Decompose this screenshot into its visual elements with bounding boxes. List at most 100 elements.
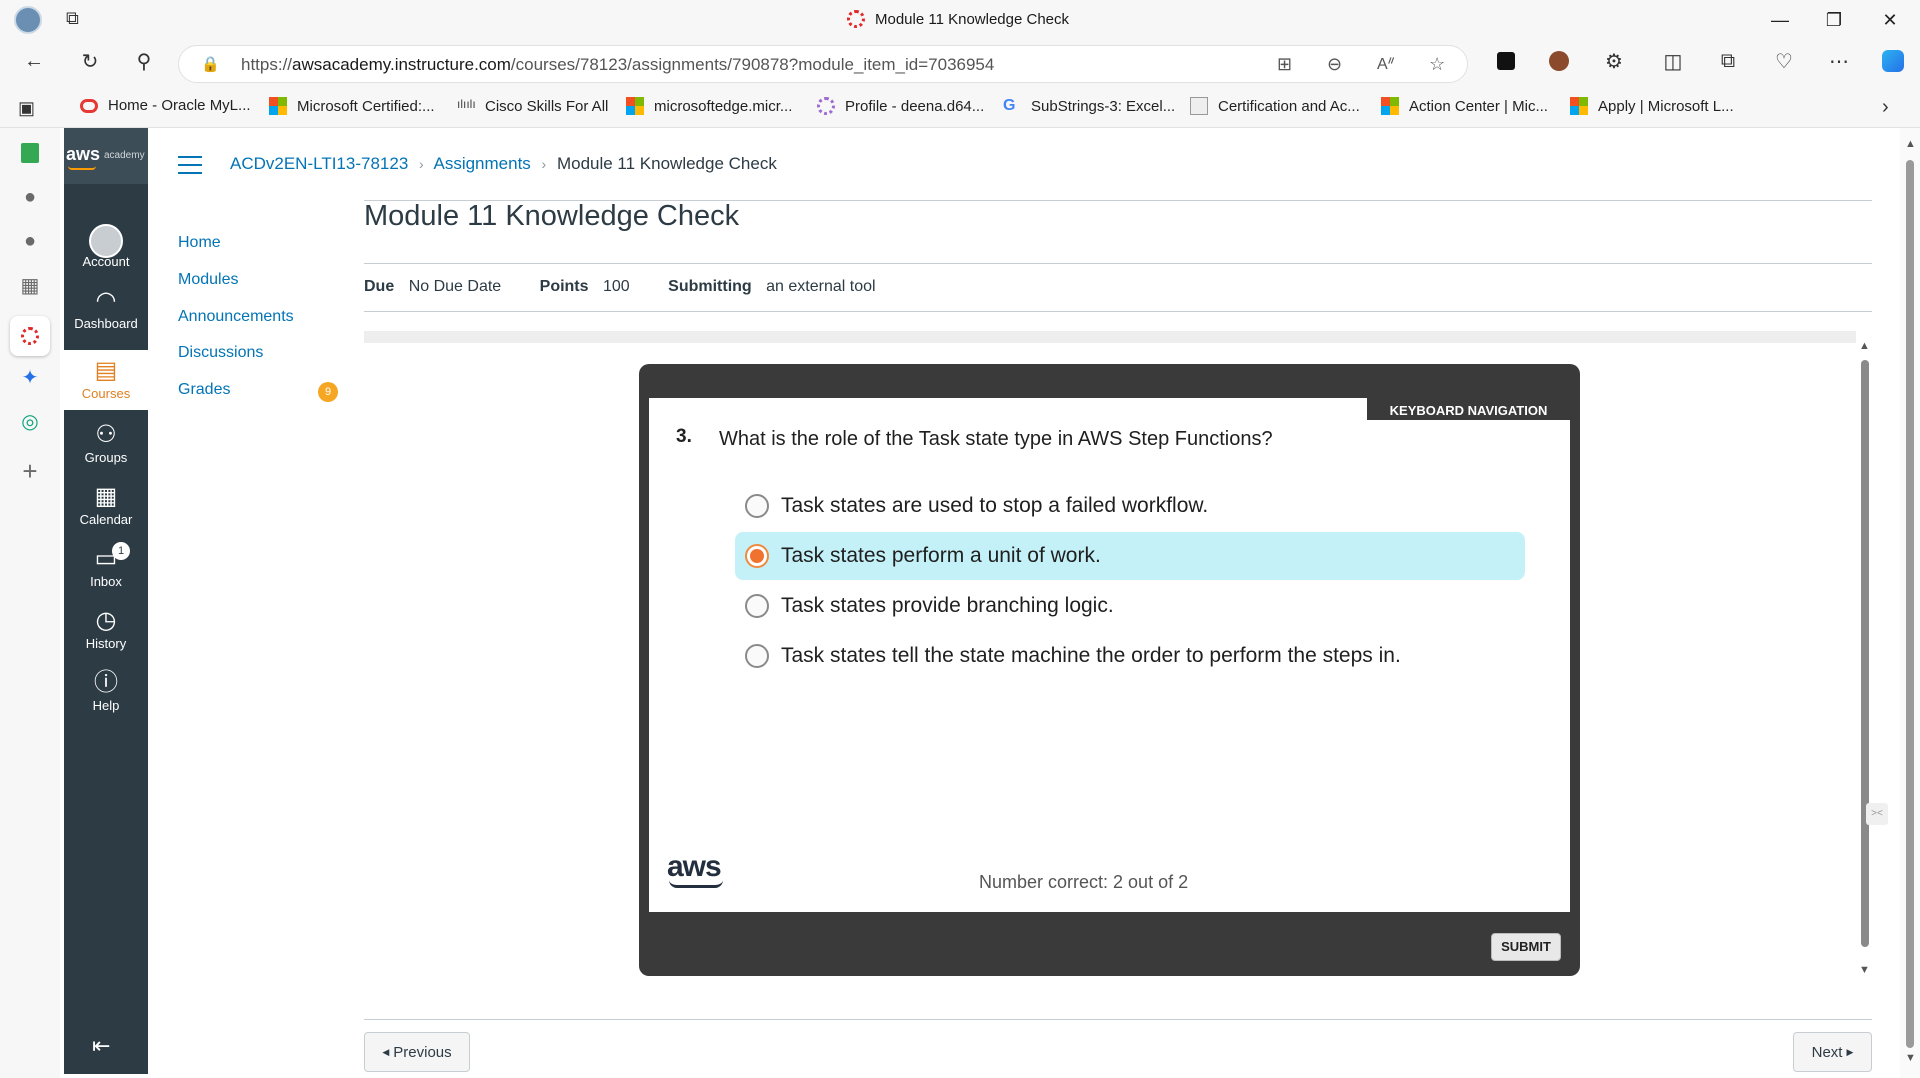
inbox-icon: ▭ <box>94 545 118 572</box>
cisco-icon: ılıılı <box>457 97 476 111</box>
radio-button[interactable] <box>745 594 769 618</box>
favorite-item[interactable]: Action Center | Mic... <box>1381 97 1548 115</box>
tab-title: Module 11 Knowledge Check <box>875 10 1070 28</box>
title-divider <box>364 263 1872 264</box>
back-icon[interactable]: ← <box>21 48 47 74</box>
url-text: https://awsacademy.instructure.com/cours… <box>241 55 995 74</box>
nav-courses[interactable]: ▤ Courses <box>64 350 148 410</box>
breadcrumb-assignments[interactable]: Assignments <box>433 154 530 173</box>
more-menu-icon[interactable]: ⋯ <box>1826 48 1852 74</box>
course-nav-grades[interactable]: Grades <box>178 381 230 399</box>
restore-button[interactable]: ❐ <box>1806 0 1862 40</box>
side-panel-handle-icon[interactable]: >< <box>1866 803 1888 825</box>
course-nav-discussions[interactable]: Discussions <box>178 344 263 362</box>
nav-dashboard[interactable]: ◠ Dashboard <box>64 280 148 342</box>
copilot-sparkle-icon[interactable]: ✦ <box>17 364 43 390</box>
copilot-icon[interactable] <box>1880 48 1906 74</box>
app-icon[interactable]: ▦ <box>17 272 43 298</box>
collapse-nav-icon[interactable]: ⇤ <box>92 1033 110 1059</box>
next-button[interactable]: Next ▶ <box>1793 1032 1872 1072</box>
add-icon[interactable]: + <box>17 456 43 486</box>
split-screen-icon[interactable]: ◫ <box>1660 48 1686 74</box>
nav-help[interactable]: ⓘ Help <box>64 662 148 724</box>
previous-button[interactable]: ◀ Previous <box>364 1032 470 1072</box>
scroll-up-icon[interactable]: ▲ <box>1859 340 1870 352</box>
favorite-item[interactable]: Microsoft Certified:... <box>269 97 435 115</box>
hamburger-menu-icon[interactable] <box>178 156 202 174</box>
github-icon[interactable]: ● <box>17 184 43 210</box>
oracle-icon <box>80 98 98 113</box>
submitting-value: an external tool <box>766 278 876 295</box>
quiz-panel: 3. What is the role of the Task state ty… <box>649 398 1570 912</box>
extension-black-icon[interactable] <box>1493 48 1519 74</box>
tab-actions-icon[interactable]: ▣ <box>18 98 35 119</box>
collections-icon[interactable]: ⧉ <box>1715 48 1741 74</box>
microsoft-icon <box>1570 97 1588 115</box>
search-icon[interactable]: ⚲ <box>131 48 157 74</box>
aws-academy-logo[interactable]: aws academy <box>64 128 148 184</box>
answer-option[interactable]: Task states are used to stop a failed wo… <box>735 482 1525 530</box>
favorite-item[interactable]: ılıılı Cisco Skills For All <box>457 97 608 115</box>
favorite-star-icon[interactable]: ☆ <box>1429 54 1445 75</box>
page-title: Module 11 Knowledge Check <box>364 200 740 232</box>
nav-inbox[interactable]: ▭ Inbox 1 <box>64 538 148 600</box>
google-icon: G <box>1003 97 1016 114</box>
chevron-right-icon[interactable]: › <box>1882 96 1889 119</box>
scrollbar-thumb[interactable] <box>1861 360 1869 947</box>
favorite-item[interactable]: Home - Oracle MyL... <box>80 97 251 114</box>
nav-history[interactable]: ◷ History <box>64 600 148 662</box>
assignment-details: Due No Due Date Points 100 Submitting an… <box>364 278 876 296</box>
favorite-item[interactable]: Apply | Microsoft L... <box>1570 97 1734 115</box>
page-scrollbar[interactable]: ▲ ▼ <box>1900 128 1920 1078</box>
page-scroll-up-icon[interactable]: ▲ <box>1905 138 1916 150</box>
breadcrumb-current: Module 11 Knowledge Check <box>556 154 777 173</box>
page-scrollbar-thumb[interactable] <box>1906 160 1914 1048</box>
account-icon <box>64 224 148 258</box>
course-nav-modules[interactable]: Modules <box>178 271 238 289</box>
keyboard-navigation-label[interactable]: KEYBOARD NAVIGATION <box>1367 398 1570 420</box>
radio-button[interactable] <box>745 644 769 668</box>
nav-account[interactable]: Account <box>64 218 148 280</box>
certification-icon <box>1190 97 1208 115</box>
github-icon[interactable]: ● <box>17 228 43 254</box>
profile-avatar[interactable] <box>14 6 42 34</box>
app-available-icon[interactable]: ⊞ <box>1277 54 1292 75</box>
canvas-app-icon[interactable] <box>10 316 50 356</box>
footer-divider <box>364 1019 1872 1020</box>
cookie-extension-icon[interactable] <box>1546 48 1572 74</box>
favorite-item[interactable]: G SubStrings-3: Excel... <box>1003 97 1175 115</box>
nav-calendar[interactable]: ▦ Calendar <box>64 476 148 538</box>
zoom-icon[interactable]: ⊖ <box>1327 54 1342 75</box>
grades-badge: 9 <box>318 382 338 402</box>
answer-option-selected[interactable]: Task states perform a unit of work. <box>735 532 1525 580</box>
calendar-icon: ▦ <box>94 483 118 510</box>
favorite-item[interactable]: Certification and Ac... <box>1190 97 1360 115</box>
nav-groups[interactable]: ⚇ Groups <box>64 414 148 476</box>
history-icon: ◷ <box>95 607 117 634</box>
tab-title-area: Module 11 Knowledge Check <box>847 10 1069 28</box>
favorite-item[interactable]: microsoftedge.micr... <box>626 97 792 115</box>
address-bar[interactable]: 🔒 https://awsacademy.instructure.com/cou… <box>178 45 1468 83</box>
close-window-button[interactable]: ✕ <box>1862 0 1918 40</box>
refresh-icon[interactable]: ↻ <box>77 48 103 74</box>
submit-button[interactable]: SUBMIT <box>1491 933 1561 961</box>
extensions-icon[interactable]: ⚙ <box>1601 48 1627 74</box>
scroll-down-icon[interactable]: ▼ <box>1859 964 1870 976</box>
breadcrumb-course[interactable]: ACDv2EN-LTI13-78123 <box>230 154 408 173</box>
read-aloud-icon[interactable]: Aᐥ <box>1377 54 1395 74</box>
favorite-item[interactable]: Profile - deena.d64... <box>817 97 984 115</box>
frame-scrollbar[interactable]: ▲ ▼ <box>1858 340 1872 980</box>
sheets-icon[interactable] <box>17 140 43 166</box>
workspaces-icon[interactable]: ⧉ <box>66 8 88 30</box>
course-nav-announcements[interactable]: Announcements <box>178 308 294 326</box>
page-scroll-down-icon[interactable]: ▼ <box>1905 1052 1916 1064</box>
microsoft-icon <box>1381 97 1399 115</box>
minimize-button[interactable]: — <box>1752 0 1808 40</box>
answer-option[interactable]: Task states tell the state machine the o… <box>735 632 1525 680</box>
browser-essentials-icon[interactable]: ♡ <box>1771 48 1797 74</box>
radio-button[interactable] <box>745 494 769 518</box>
course-nav-home[interactable]: Home <box>178 234 221 252</box>
chatgpt-icon[interactable]: ◎ <box>17 408 43 434</box>
answer-option[interactable]: Task states provide branching logic. <box>735 582 1525 630</box>
radio-button-selected[interactable] <box>745 544 769 568</box>
